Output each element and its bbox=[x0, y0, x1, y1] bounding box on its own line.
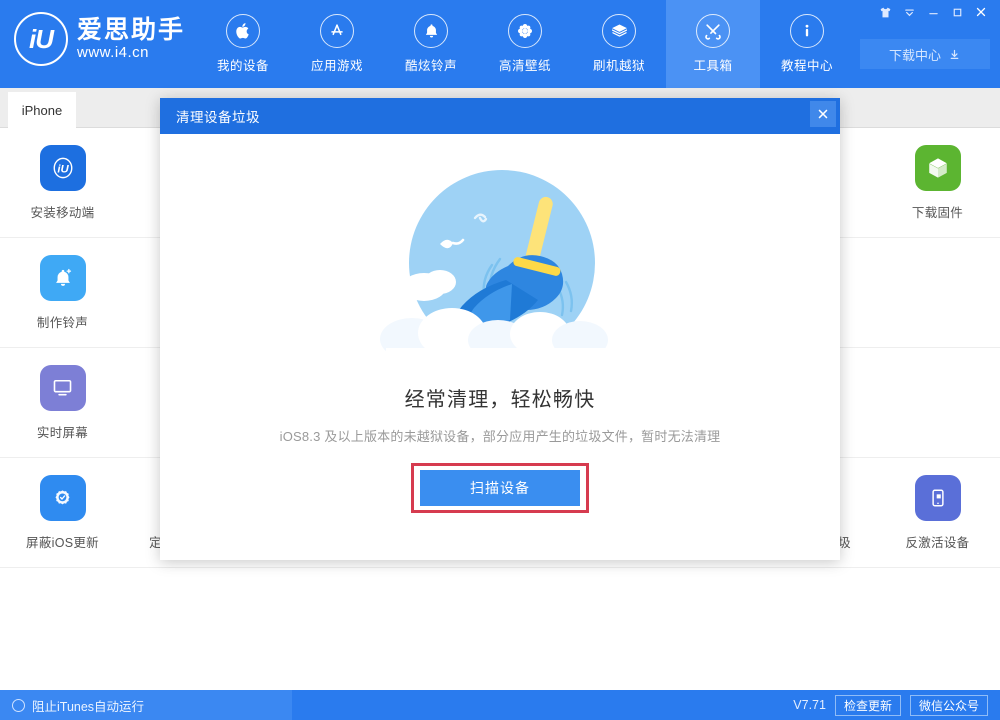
apple-icon bbox=[226, 14, 260, 48]
tool-install-mobile[interactable]: iU 安装移动端 bbox=[0, 128, 125, 238]
nav-label: 高清壁纸 bbox=[498, 59, 551, 73]
broom-cleaning-illustration bbox=[380, 170, 608, 362]
tool-label: 屏蔽iOS更新 bbox=[26, 535, 99, 550]
check-update-button[interactable]: 检查更新 bbox=[834, 694, 901, 716]
tool-label: 安装移动端 bbox=[30, 205, 95, 220]
tool-block-ios-update[interactable]: 屏蔽iOS更新 bbox=[0, 458, 125, 568]
tool-download-firmware[interactable]: 下载固件 bbox=[875, 128, 1000, 238]
i4-app-icon: iU bbox=[39, 144, 86, 191]
nav-item-tutorials[interactable]: 教程中心 bbox=[760, 0, 854, 88]
monitor-icon bbox=[39, 364, 86, 411]
dialog-close-icon[interactable] bbox=[810, 101, 836, 127]
dialog-title: 清理设备垃圾 bbox=[176, 110, 260, 125]
tab-iphone[interactable]: iPhone bbox=[8, 92, 76, 128]
download-arrow-icon bbox=[950, 49, 959, 59]
version-label: V7.71 bbox=[793, 698, 826, 712]
logo-text: 爱思助手 www.i4.cn bbox=[77, 17, 185, 61]
main-nav: 我的设备 应用游戏 酷炫铃声 高清壁纸 刷机越狱 工具箱 教程中心 bbox=[196, 0, 854, 88]
flower-icon bbox=[508, 14, 542, 48]
nav-label: 酷炫铃声 bbox=[404, 59, 457, 73]
tool-realtime-screen[interactable]: 实时屏幕 bbox=[0, 348, 125, 458]
nav-label: 应用游戏 bbox=[310, 59, 363, 73]
close-icon[interactable] bbox=[970, 2, 992, 22]
tool-cell-empty bbox=[875, 238, 1000, 348]
radio-icon bbox=[12, 698, 25, 712]
nav-item-wallpapers[interactable]: 高清壁纸 bbox=[478, 0, 572, 88]
skin-icon[interactable] bbox=[874, 2, 896, 22]
clean-junk-dialog: 清理设备垃圾 经常清理，轻松畅快 iOS8.3 及以上版本的未越狱设备，部分应用… bbox=[160, 98, 840, 560]
tab-label: iPhone bbox=[21, 102, 63, 118]
nav-label: 工具箱 bbox=[693, 59, 733, 73]
brand-url: www.i4.cn bbox=[77, 44, 150, 62]
gear-block-icon bbox=[39, 474, 86, 521]
bell-icon bbox=[414, 14, 448, 48]
info-icon bbox=[790, 14, 824, 48]
minimize-icon[interactable] bbox=[922, 2, 944, 22]
nav-item-my-device[interactable]: 我的设备 bbox=[196, 0, 290, 88]
nav-item-apps-games[interactable]: 应用游戏 bbox=[290, 0, 384, 88]
tool-label: 下载固件 bbox=[911, 205, 964, 220]
cube-icon bbox=[914, 144, 961, 191]
tools-icon bbox=[696, 14, 730, 48]
tool-deactivate-device[interactable]: 反激活设备 bbox=[875, 458, 1000, 568]
nav-item-ringtones[interactable]: 酷炫铃声 bbox=[384, 0, 478, 88]
tool-label: 反激活设备 bbox=[905, 535, 970, 550]
itunes-toggle[interactable]: 阻止iTunes自动运行 bbox=[0, 690, 292, 720]
nav-item-toolbox[interactable]: 工具箱 bbox=[666, 0, 760, 88]
nav-label: 我的设备 bbox=[216, 59, 269, 73]
svg-text:iU: iU bbox=[57, 163, 69, 175]
dialog-body: 经常清理，轻松畅快 iOS8.3 及以上版本的未越狱设备，部分应用产生的垃圾文件… bbox=[160, 134, 840, 560]
bell-plus-icon bbox=[39, 254, 86, 301]
dialog-heading: 经常清理，轻松畅快 bbox=[404, 389, 596, 411]
dropdown-icon[interactable] bbox=[898, 2, 920, 22]
i4-logo-icon: iU bbox=[14, 12, 68, 66]
app-window: iU 爱思助手 www.i4.cn 我的设备 应用游戏 酷炫铃声 高清壁纸 刷机… bbox=[0, 0, 1000, 720]
dialog-subtitle: iOS8.3 及以上版本的未越狱设备，部分应用产生的垃圾文件，暂时无法清理 bbox=[279, 429, 721, 444]
tool-make-ringtone[interactable]: 制作铃声 bbox=[0, 238, 125, 348]
nav-item-flash-jailbreak[interactable]: 刷机越狱 bbox=[572, 0, 666, 88]
brand-name: 爱思助手 bbox=[77, 16, 186, 44]
nav-label: 教程中心 bbox=[780, 59, 833, 73]
tool-label: 制作铃声 bbox=[36, 315, 89, 330]
appstore-icon bbox=[320, 14, 354, 48]
download-center-label: 下载中心 bbox=[888, 47, 941, 63]
tool-label: 实时屏幕 bbox=[36, 425, 89, 440]
dialog-title-bar: 清理设备垃圾 bbox=[160, 98, 840, 134]
scan-button-wrapper: 扫描设备 bbox=[411, 463, 589, 513]
window-controls bbox=[874, 2, 992, 22]
tool-cell-empty bbox=[875, 348, 1000, 458]
status-bar-right: V7.71 检查更新 微信公众号 bbox=[793, 694, 1000, 716]
scan-device-button[interactable]: 扫描设备 bbox=[420, 470, 580, 506]
box-icon bbox=[602, 14, 636, 48]
wechat-button[interactable]: 微信公众号 bbox=[909, 694, 988, 716]
status-bar: 阻止iTunes自动运行 V7.71 检查更新 微信公众号 bbox=[0, 690, 1000, 720]
app-logo: iU 爱思助手 www.i4.cn bbox=[14, 12, 185, 66]
download-center-button[interactable]: 下载中心 bbox=[860, 39, 990, 69]
maximize-icon[interactable] bbox=[946, 2, 968, 22]
nav-label: 刷机越狱 bbox=[592, 59, 645, 73]
top-header-bar: iU 爱思助手 www.i4.cn 我的设备 应用游戏 酷炫铃声 高清壁纸 刷机… bbox=[0, 0, 1000, 88]
deactivate-icon bbox=[914, 474, 961, 521]
itunes-toggle-label: 阻止iTunes自动运行 bbox=[32, 699, 145, 714]
